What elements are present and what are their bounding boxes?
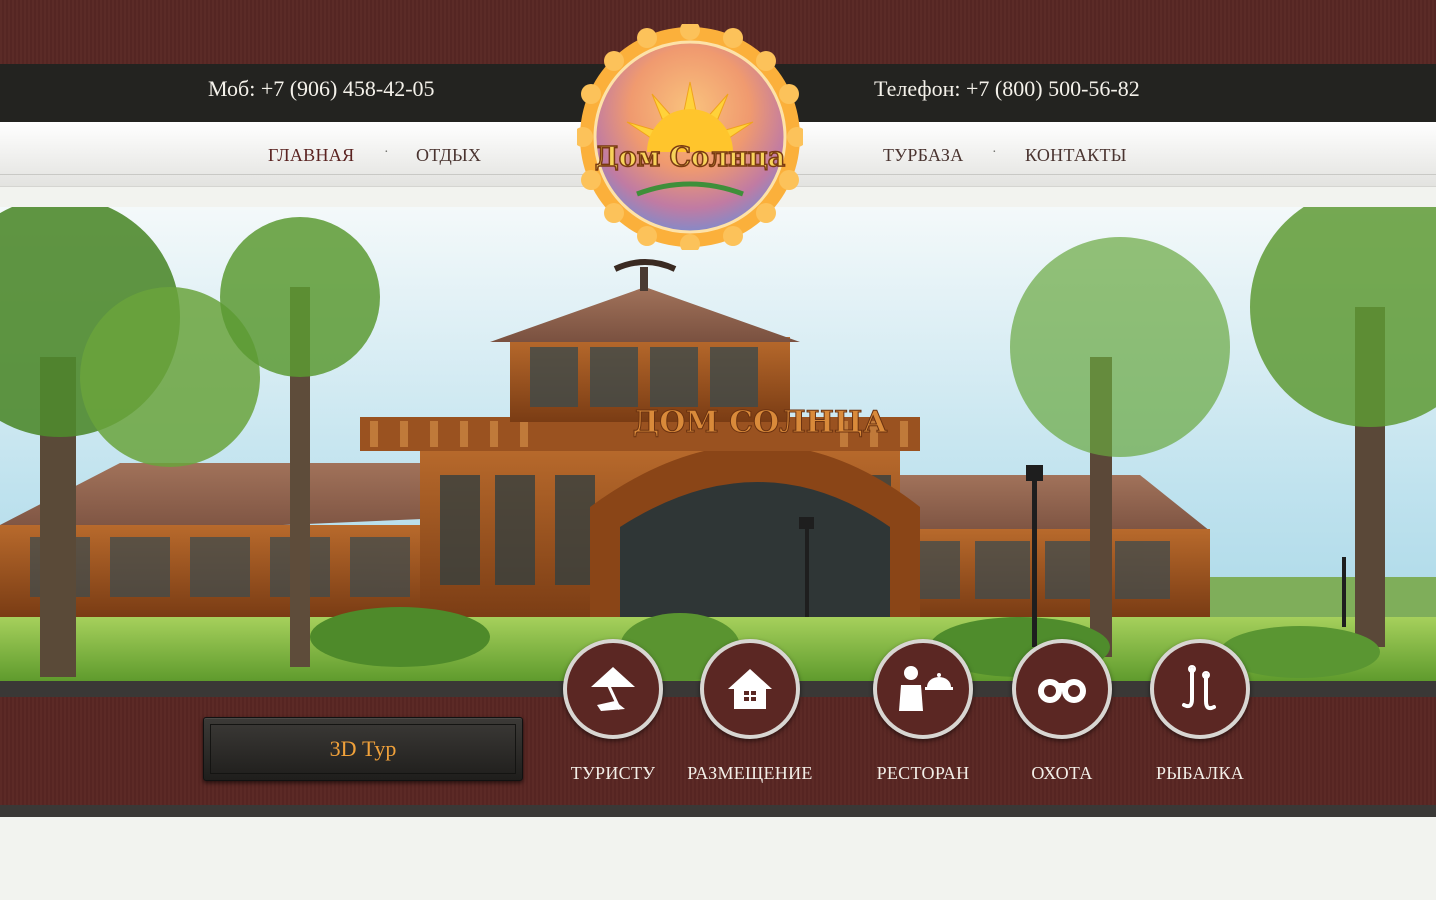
category-hunting-circle [1012,639,1112,739]
category-hunting-label: ОХОТА [1031,763,1093,783]
logo-text: Дом Солнца [595,142,786,173]
mobile-phone[interactable]: Моб: +7 (906) 458-42-05 [208,64,435,122]
category-accommodation[interactable]: РАЗМЕЩЕНИЕ [650,639,850,784]
category-fishing-label: РЫБАЛКА [1155,763,1245,783]
panel-bottom-band [0,805,1436,817]
category-fishing[interactable]: РЫБАЛКА [1120,639,1280,784]
3d-tour-button[interactable]: 3D Тур [203,717,523,781]
category-restaurant-circle [873,639,973,739]
binoculars-icon [1038,679,1086,703]
beach-umbrella-icon [591,667,635,711]
hero-banner: ДОМ СОЛНЦА [0,207,1436,681]
hero-photo: ДОМ СОЛНЦА [0,207,1436,681]
logo-badge-icon [577,24,803,250]
category-panel: 3D Тур ТУРИСТУ РАЗМЕЩЕНИЕ РЕСТОРАН ОХОТА… [0,639,1436,817]
category-accommodation-circle [700,639,800,739]
category-tourist-circle [563,639,663,739]
nav-separator: · [992,145,997,160]
nav-item-rest[interactable]: ОТДЫХ [416,122,481,186]
category-fishing-circle [1150,639,1250,739]
waiter-icon [899,666,953,711]
category-hunting[interactable]: ОХОТА [982,639,1142,784]
nav-item-camp[interactable]: ТУРБАЗА [883,122,964,186]
fishing-hooks-icon [1182,665,1216,711]
house-icon [728,669,772,709]
nav-separator: · [384,145,389,160]
nav-item-home[interactable]: ГЛАВНАЯ [268,122,354,186]
category-restaurant-label: РЕСТОРАН [876,763,970,783]
building-sign: ДОМ СОЛНЦА [633,405,888,440]
category-accommodation-label: РАЗМЕЩЕНИЕ [687,763,813,783]
3d-tour-label: 3D Тур [210,724,516,774]
nav-item-contacts[interactable]: КОНТАКТЫ [1025,122,1127,186]
category-restaurant[interactable]: РЕСТОРАН [843,639,1003,784]
logo[interactable]: Дом Солнца [577,24,803,250]
phone-number[interactable]: Телефон: +7 (800) 500-56-82 [874,64,1140,122]
